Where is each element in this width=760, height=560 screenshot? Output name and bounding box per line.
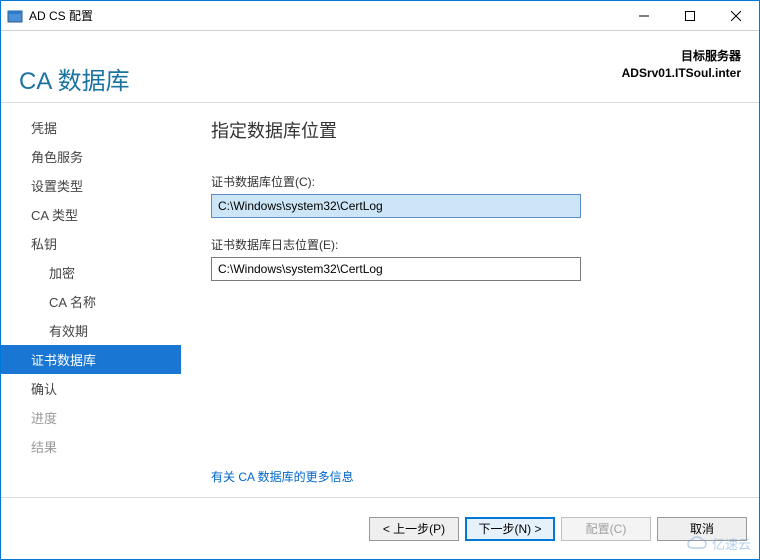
target-server-block: 目标服务器 ADSrv01.ITSoul.inter [622,47,741,102]
step-progress: 进度 [1,403,181,432]
window-title: AD CS 配置 [29,7,93,24]
log-location-input[interactable] [211,257,581,281]
wizard-content: 指定数据库位置 证书数据库位置(C): 证书数据库日志位置(E): [181,103,759,496]
window-controls [621,1,759,31]
log-location-block: 证书数据库日志位置(E): [211,236,739,281]
more-info-link[interactable]: 有关 CA 数据库的更多信息 [211,468,354,485]
step-confirm[interactable]: 确认 [1,374,181,403]
step-private-key[interactable]: 私钥 [1,229,181,258]
cancel-button[interactable]: 取消 [657,517,747,541]
configure-button: 配置(C) [561,517,651,541]
step-ca-type[interactable]: CA 类型 [1,200,181,229]
step-cert-database[interactable]: 证书数据库 [1,345,181,374]
target-server-label: 目标服务器 [622,47,741,64]
db-location-label: 证书数据库位置(C): [211,173,739,190]
step-setup-type[interactable]: 设置类型 [1,171,181,200]
next-button[interactable]: 下一步(N) > [465,517,555,541]
page-title: CA 数据库 [19,61,130,102]
step-credentials[interactable]: 凭据 [1,113,181,142]
step-ca-name[interactable]: CA 名称 [1,287,181,316]
wizard-steps: 凭据 角色服务 设置类型 CA 类型 私钥 加密 CA 名称 有效期 证书数据库… [1,103,181,496]
wizard-body: 凭据 角色服务 设置类型 CA 类型 私钥 加密 CA 名称 有效期 证书数据库… [1,103,759,496]
step-encryption[interactable]: 加密 [1,258,181,287]
step-validity[interactable]: 有效期 [1,316,181,345]
step-results: 结果 [1,432,181,461]
titlebar-left: AD CS 配置 [7,7,93,24]
target-server-value: ADSrv01.ITSoul.inter [622,66,741,80]
step-role-services[interactable]: 角色服务 [1,142,181,171]
title-bar: AD CS 配置 [1,1,759,31]
window-frame: AD CS 配置 CA 数据库 目标服务器 ADSrv01.ITSoul.int… [0,0,760,560]
content-heading: 指定数据库位置 [211,117,739,143]
maximize-button[interactable] [667,1,713,31]
prev-button[interactable]: < 上一步(P) [369,517,459,541]
wizard-footer: < 上一步(P) 下一步(N) > 配置(C) 取消 [1,497,759,559]
log-location-label: 证书数据库日志位置(E): [211,236,739,253]
page-header: CA 数据库 目标服务器 ADSrv01.ITSoul.inter [1,31,759,103]
db-location-input[interactable] [211,194,581,218]
app-icon [7,8,23,24]
minimize-button[interactable] [621,1,667,31]
close-button[interactable] [713,1,759,31]
db-location-block: 证书数据库位置(C): [211,173,739,218]
